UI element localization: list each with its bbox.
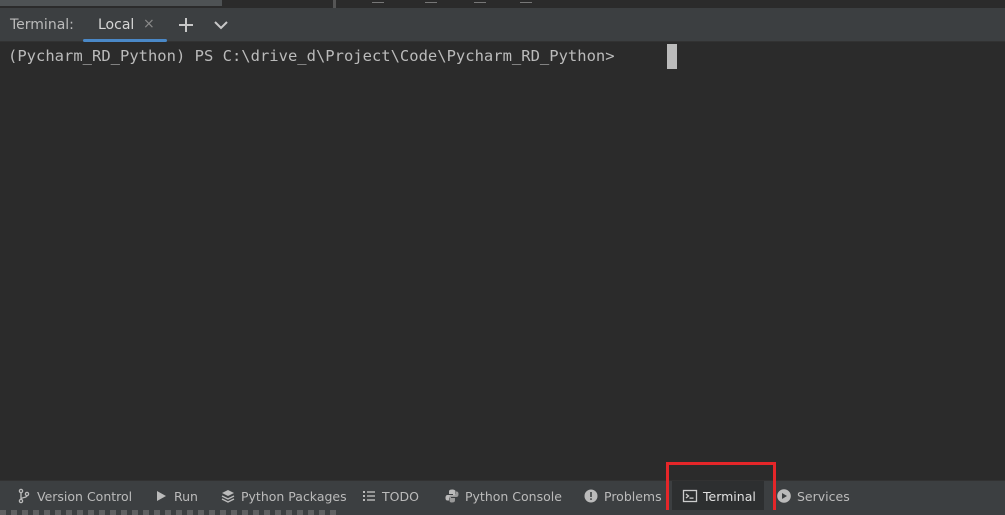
branch-icon: [16, 488, 32, 504]
play-icon: [153, 488, 169, 504]
editor-glyph: [372, 2, 384, 3]
tool-python-console-label: Python Console: [465, 488, 562, 504]
tab-local-label: Local: [98, 17, 135, 33]
tab-close-icon[interactable]: ×: [143, 16, 155, 32]
chevron-down-icon: [208, 12, 234, 38]
tool-python-packages-label: Python Packages: [241, 488, 347, 504]
terminal-highlight-box: [666, 462, 776, 513]
tool-version-control[interactable]: Version Control: [16, 481, 132, 511]
terminal-prompt: (Pycharm_RD_Python) PS C:\drive_d\Projec…: [8, 47, 624, 65]
status-bar: [0, 510, 1005, 515]
editor-glyph: [520, 2, 532, 3]
tab-local[interactable]: Local ×: [83, 8, 167, 42]
layers-icon: [220, 488, 236, 504]
python-icon: [444, 488, 460, 504]
tool-python-packages[interactable]: Python Packages: [220, 481, 347, 511]
terminal-title: Terminal:: [10, 17, 74, 33]
tool-todo[interactable]: TODO: [361, 481, 419, 511]
tab-dropdown-button[interactable]: [208, 12, 234, 38]
warning-icon: [583, 488, 599, 504]
editor-scrollbar[interactable]: [0, 0, 222, 6]
tool-run-label: Run: [174, 488, 198, 504]
tool-services-label: Services: [797, 488, 850, 504]
terminal-cursor: [667, 44, 677, 69]
new-tab-button[interactable]: [173, 12, 199, 38]
tool-run[interactable]: Run: [153, 481, 198, 511]
tool-todo-label: TODO: [382, 488, 419, 504]
tool-problems-label: Problems: [604, 488, 662, 504]
services-icon: [776, 488, 792, 504]
editor-edge: [0, 0, 1005, 8]
terminal-header: Terminal: Local ×: [0, 8, 1005, 42]
tool-python-console[interactable]: Python Console: [444, 481, 562, 511]
editor-splitter[interactable]: [333, 0, 336, 8]
plus-icon: [173, 12, 199, 38]
editor-glyph: [474, 2, 486, 3]
list-icon: [361, 488, 377, 504]
tool-services[interactable]: Services: [776, 481, 850, 511]
terminal-output[interactable]: (Pycharm_RD_Python) PS C:\drive_d\Projec…: [0, 43, 1005, 480]
tool-window-bar: Version Control Run Python Packages TODO…: [0, 480, 1005, 511]
tool-problems[interactable]: Problems: [583, 481, 662, 511]
status-text-fragment: [0, 510, 340, 515]
editor-glyph: [425, 2, 437, 3]
active-tab-indicator: [83, 39, 167, 42]
tool-version-control-label: Version Control: [37, 488, 133, 504]
